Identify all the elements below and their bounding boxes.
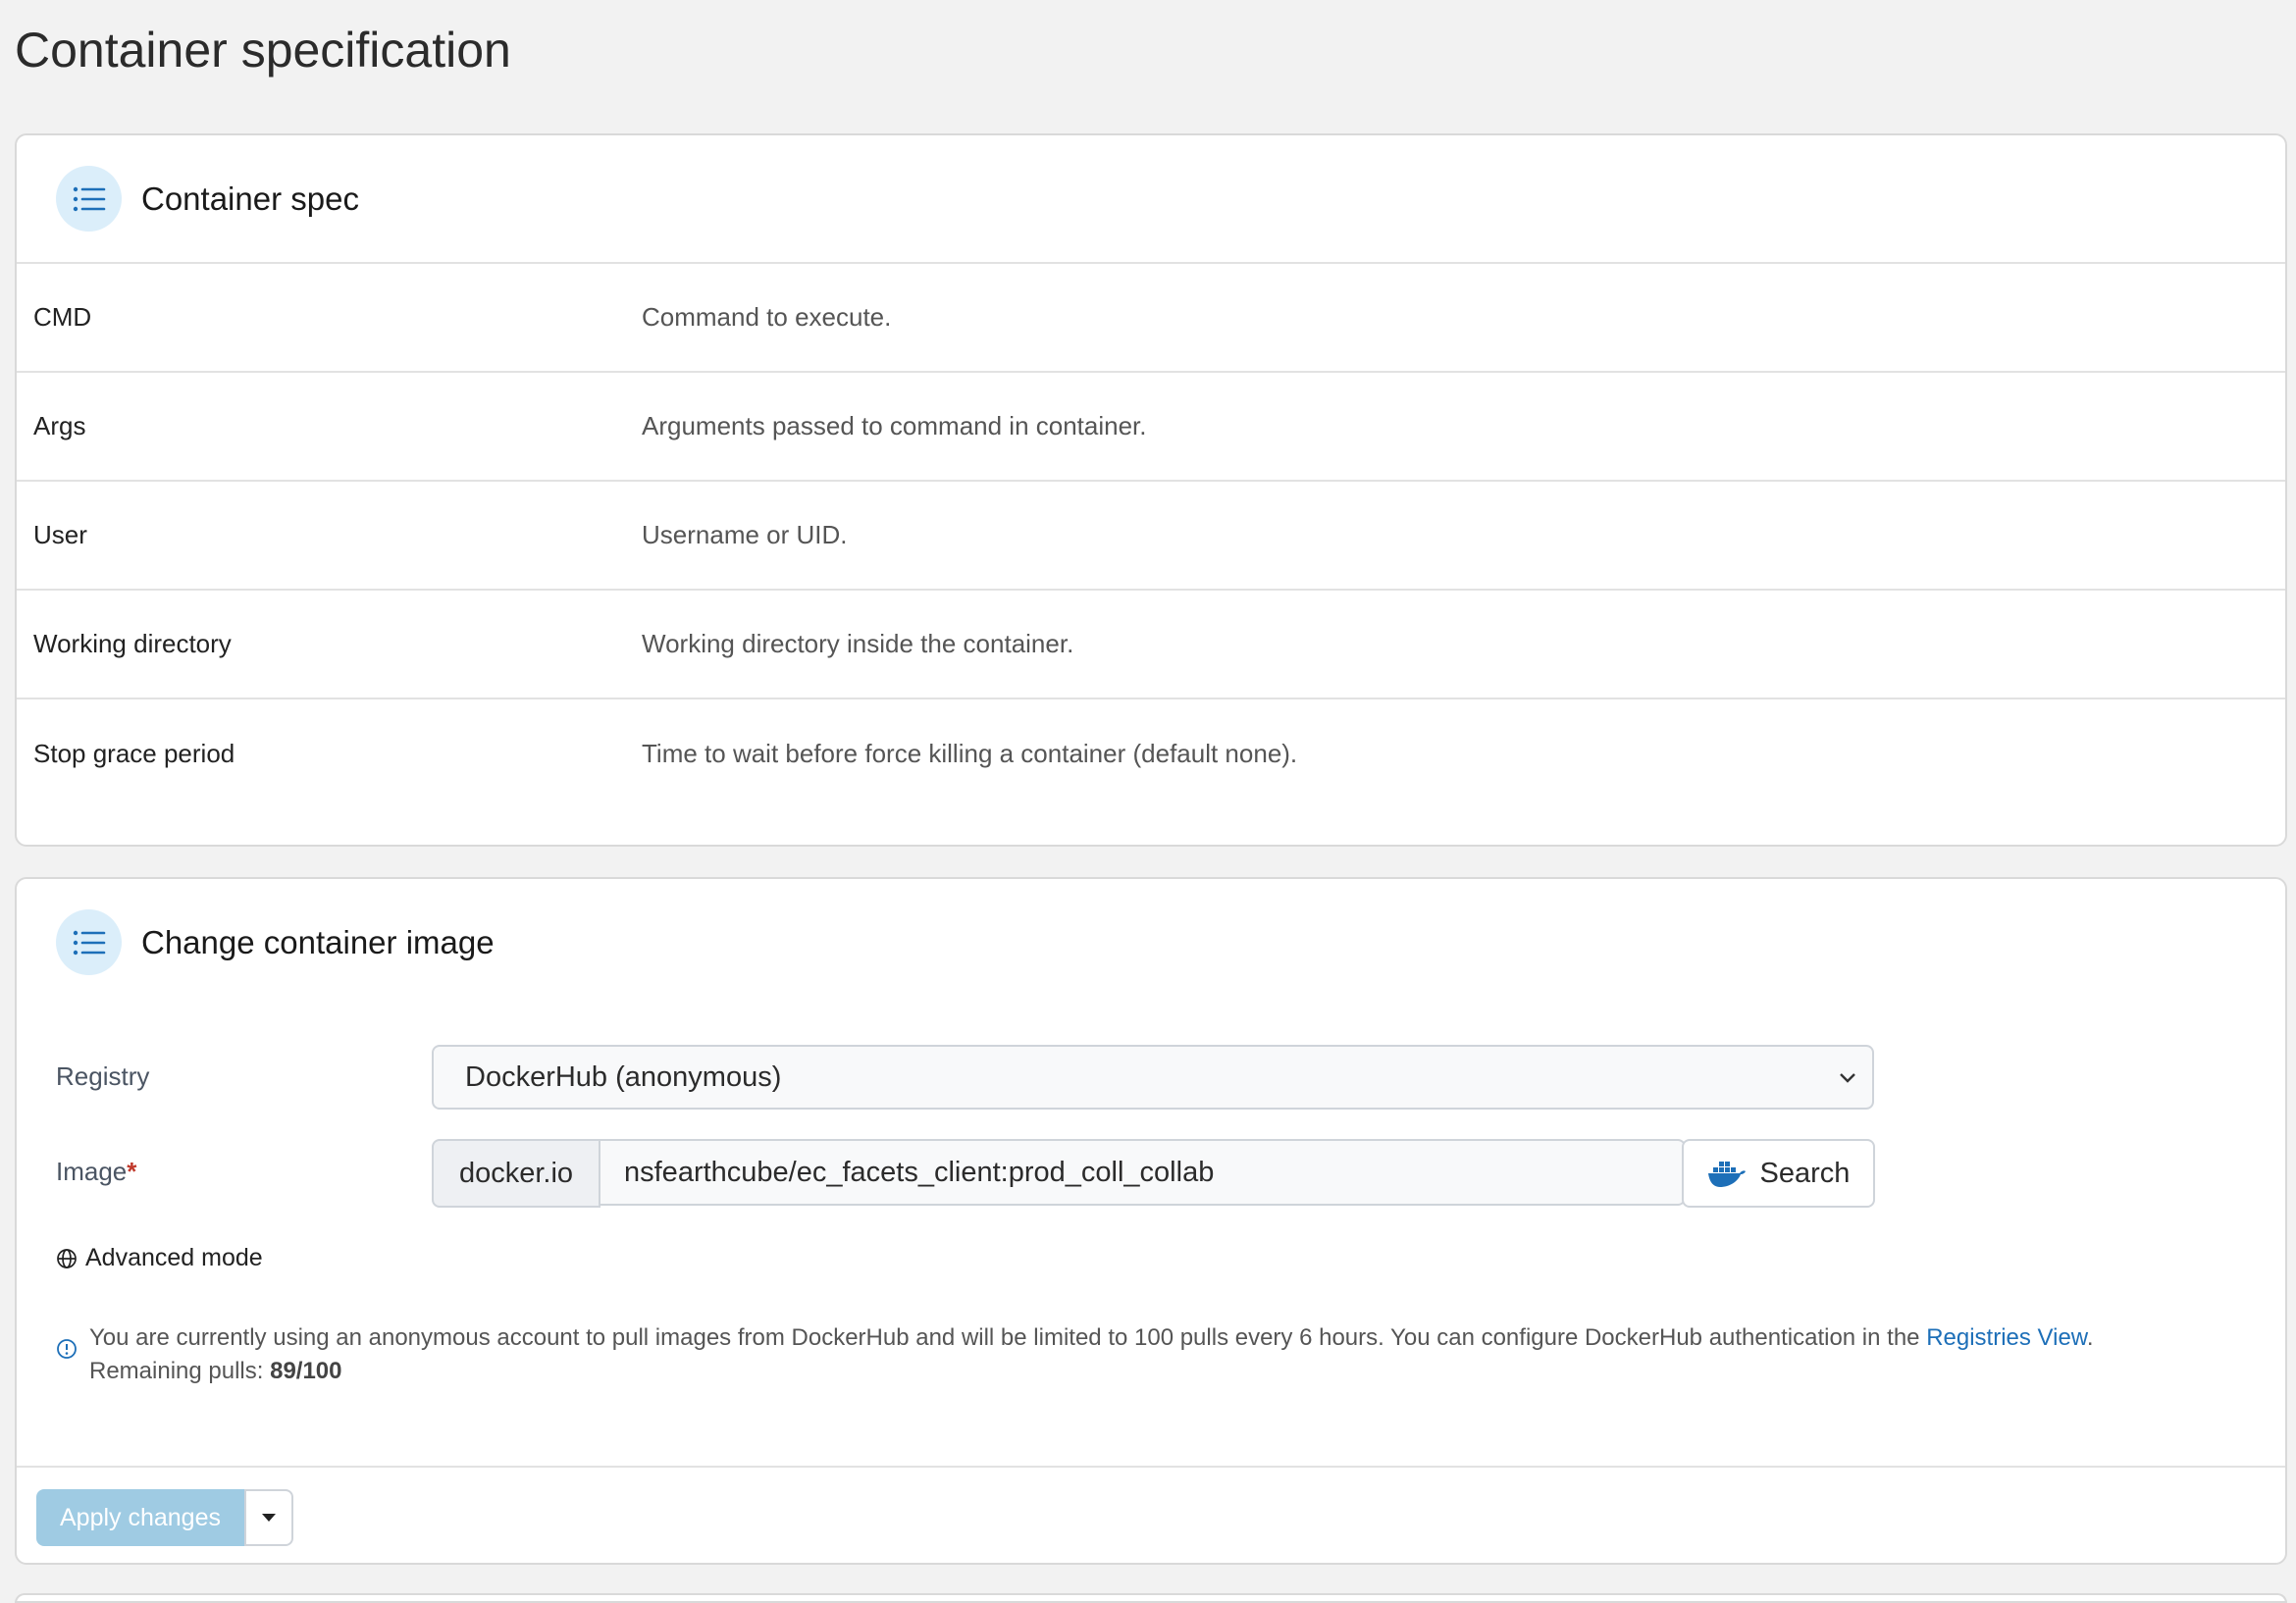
info-line-2: Remaining pulls: 89/100	[89, 1355, 2094, 1388]
chevron-down-icon	[1840, 1073, 1855, 1083]
apply-changes-button[interactable]: Apply changes	[36, 1489, 244, 1546]
globe-icon	[57, 1248, 77, 1268]
spec-row-cmd: CMD Command to execute.	[17, 262, 2285, 371]
list-icon	[56, 909, 122, 975]
registry-select[interactable]: DockerHub (anonymous)	[432, 1045, 1874, 1110]
spec-desc: Arguments passed to command in container…	[642, 411, 1147, 440]
change-image-title: Change container image	[141, 923, 495, 960]
registries-view-link[interactable]: Registries View	[1926, 1324, 2087, 1351]
caret-down-icon	[262, 1514, 276, 1522]
spec-label: CMD	[33, 302, 92, 332]
spec-label: Working directory	[33, 629, 232, 658]
image-input[interactable]	[599, 1139, 1686, 1206]
spec-row-working-directory: Working directory Working directory insi…	[17, 589, 2285, 698]
info-text-block: You are currently using an anonymous acc…	[89, 1321, 2094, 1388]
spec-label: Args	[33, 411, 86, 440]
spec-row-stop-grace-period: Stop grace period Time to wait before fo…	[17, 698, 2285, 845]
spec-table: CMD Command to execute. Args Arguments p…	[17, 262, 2285, 845]
registry-label: Registry	[56, 1061, 150, 1091]
spec-label: User	[33, 520, 87, 549]
advanced-mode-label: Advanced mode	[85, 1244, 263, 1271]
spec-row-user: User Username or UID.	[17, 480, 2285, 589]
docker-icon	[1707, 1162, 1746, 1187]
advanced-mode-toggle[interactable]: Advanced mode	[56, 1244, 263, 1272]
info-line-1: You are currently using an anonymous acc…	[89, 1321, 2094, 1355]
change-image-header: Change container image	[17, 879, 2285, 1006]
remaining-pulls-value: 89/100	[270, 1358, 342, 1384]
info-link-suffix: .	[2086, 1324, 2094, 1351]
info-icon	[57, 1339, 77, 1359]
image-registry-prefix: docker.io	[432, 1139, 600, 1208]
spec-desc: Username or UID.	[642, 520, 848, 549]
info-text: You are currently using an anonymous acc…	[89, 1324, 1927, 1351]
spec-desc: Working directory inside the container.	[642, 629, 1074, 658]
container-spec-header: Container spec	[17, 135, 2285, 262]
spec-desc: Command to execute.	[642, 302, 892, 332]
container-spec-title: Container spec	[141, 180, 359, 217]
dockerhub-info-message: You are currently using an anonymous acc…	[56, 1321, 2094, 1388]
spec-label: Stop grace period	[33, 738, 235, 768]
page-title: Container specification	[15, 23, 511, 78]
apply-options-dropdown-button[interactable]	[244, 1489, 293, 1546]
registry-select-value: DockerHub (anonymous)	[465, 1060, 782, 1093]
image-label: Image*	[56, 1157, 136, 1187]
change-image-card: Change container image Registry DockerHu…	[15, 877, 2287, 1565]
next-card-edge	[15, 1593, 2287, 1603]
search-button-label: Search	[1759, 1157, 1851, 1189]
list-icon	[56, 166, 122, 232]
search-button[interactable]: Search	[1682, 1139, 1875, 1208]
spec-desc: Time to wait before force killing a cont…	[642, 738, 1298, 768]
image-label-text: Image	[56, 1157, 128, 1186]
container-spec-card: Container spec CMD Command to execute. A…	[15, 133, 2287, 847]
remaining-pulls-label: Remaining pulls:	[89, 1358, 271, 1384]
spec-row-args: Args Arguments passed to command in cont…	[17, 371, 2285, 480]
required-mark: *	[127, 1157, 137, 1186]
card-footer: Apply changes	[17, 1466, 2285, 1563]
